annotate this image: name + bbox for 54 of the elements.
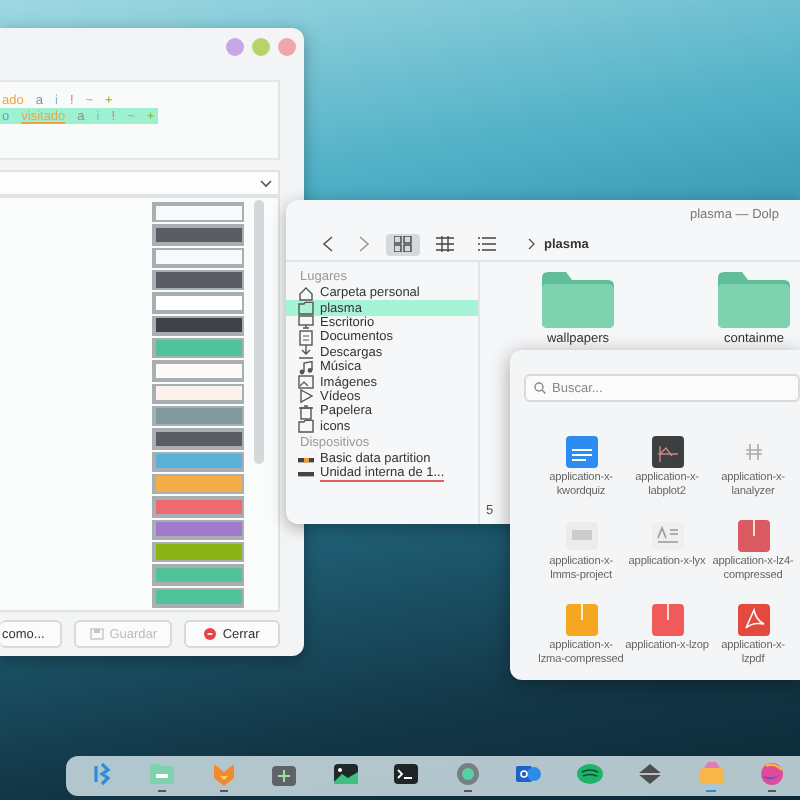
scrollbar[interactable] (254, 200, 264, 464)
play-icon (298, 388, 314, 405)
archive-icon[interactable] (649, 602, 685, 638)
color-swatch[interactable] (155, 499, 241, 515)
folder-icon (298, 300, 314, 317)
document-icon[interactable] (563, 518, 599, 554)
view-icon (394, 236, 412, 252)
view-icon (436, 236, 454, 252)
close-icon (204, 628, 217, 640)
color-swatch[interactable] (155, 295, 241, 311)
trash-icon (298, 403, 314, 420)
view-icon (478, 236, 496, 252)
minimize-button[interactable] (226, 37, 244, 55)
chevron-down-icon (260, 179, 272, 187)
close-button[interactable] (278, 37, 296, 55)
color-swatch[interactable] (155, 318, 241, 333)
forward-icon[interactable] (358, 236, 370, 252)
color-swatch[interactable] (155, 386, 241, 401)
color-swatch[interactable] (155, 431, 241, 447)
color-swatch[interactable] (155, 522, 241, 537)
archive-icon[interactable] (735, 518, 771, 554)
save-icon (89, 628, 104, 640)
home-icon (298, 285, 314, 302)
download-icon (298, 344, 314, 361)
folder-icon[interactable] (542, 272, 614, 328)
maximize-button[interactable] (252, 37, 270, 55)
document-icon[interactable] (563, 434, 599, 470)
back-icon[interactable] (322, 236, 334, 252)
color-swatch[interactable] (155, 340, 241, 356)
image-icon (298, 374, 314, 391)
color-swatch[interactable] (155, 408, 241, 424)
color-swatch[interactable] (155, 205, 241, 220)
color-swatch[interactable] (155, 567, 241, 583)
monitor-icon (298, 314, 314, 331)
color-swatch[interactable] (155, 272, 241, 288)
color-swatch[interactable] (155, 454, 241, 469)
color-swatch[interactable] (155, 590, 241, 605)
color-swatch[interactable] (155, 250, 241, 265)
music-note-icon (298, 359, 314, 376)
color-swatch[interactable] (155, 363, 241, 379)
document-icon (298, 329, 314, 346)
chart-icon[interactable] (649, 434, 685, 470)
folder-icon (298, 418, 314, 435)
color-swatch[interactable] (155, 227, 241, 243)
document-icon[interactable] (649, 518, 685, 554)
color-swatch[interactable] (155, 544, 241, 560)
dropdown[interactable] (0, 170, 280, 196)
search-icon (534, 382, 546, 394)
icon-view-button[interactable] (386, 233, 420, 255)
chevron-right-icon (528, 238, 536, 250)
pdf-icon[interactable] (735, 602, 771, 638)
color-swatch[interactable] (155, 476, 241, 492)
archive-icon[interactable] (563, 602, 599, 638)
folder-icon[interactable] (718, 272, 790, 328)
